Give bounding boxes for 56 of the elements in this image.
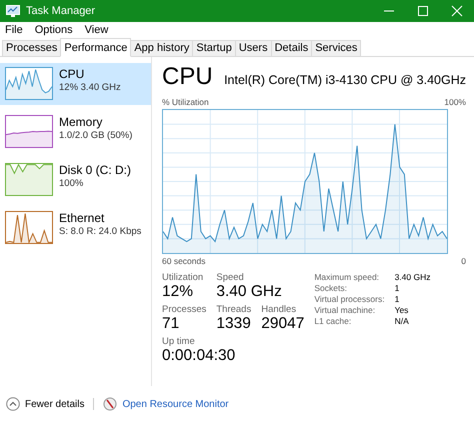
stat-value: 12% xyxy=(162,283,194,301)
stat-value: 29047 xyxy=(261,315,304,333)
stat-value: 1339 xyxy=(216,315,252,333)
axis-label: 0 xyxy=(461,256,466,266)
item-name: Disk 0 (C: D:) xyxy=(59,163,131,178)
item-name: Memory xyxy=(59,115,104,130)
gauge-icon xyxy=(103,397,118,411)
tab[interactable]: Processes xyxy=(2,40,62,56)
detail-label: Sockets: xyxy=(314,283,348,293)
item-detail: 12% 3.40 GHz xyxy=(59,82,121,93)
stat-value: 3.40 GHz xyxy=(216,283,283,301)
tab[interactable]: Users xyxy=(234,40,272,56)
detail-value: Yes xyxy=(394,305,410,315)
sidebar-item[interactable]: Ethernet S: 8.0 R: 24.0 Kbps xyxy=(0,207,151,249)
tab[interactable]: Startup xyxy=(192,40,236,56)
detail-value: 3.40 GHz xyxy=(394,272,430,282)
sidebar-item[interactable]: Memory 1.0/2.0 GB (50%) xyxy=(0,111,151,153)
stat-value: 0:00:04:30 xyxy=(162,347,236,365)
resource-monitor-link[interactable]: Open Resource Monitor xyxy=(103,397,229,411)
stat-label: Threads xyxy=(216,304,252,315)
item-name: Ethernet xyxy=(59,211,106,226)
detail-value: N/A xyxy=(394,316,410,326)
stat-label: Handles xyxy=(261,304,298,315)
item-detail: S: 8.0 R: 24.0 Kbps xyxy=(59,226,142,237)
window-title: Task Manager xyxy=(26,5,96,17)
item-name: CPU xyxy=(59,67,86,82)
tab[interactable]: Services xyxy=(311,40,362,56)
stat-label: Utilization xyxy=(162,272,204,283)
collapse-icon xyxy=(6,397,20,411)
detail-label: Virtual processors: xyxy=(314,294,385,304)
sidebar-item[interactable]: CPU 12% 3.40 GHz xyxy=(0,63,151,105)
sidebar-item[interactable]: Disk 0 (C: D:) 100% xyxy=(0,159,151,201)
stat-label: Processes xyxy=(162,304,206,315)
processor-name: Intel(R) Core(TM) i3-4130 CPU @ 3.40GHz xyxy=(224,73,466,87)
detail-label: L1 cache: xyxy=(314,316,352,326)
tab[interactable]: App history xyxy=(130,40,194,56)
tab[interactable]: Performance xyxy=(60,38,132,57)
app-icon xyxy=(6,5,20,17)
detail-label: Virtual machine: xyxy=(314,305,376,315)
axis-label: % Utilization xyxy=(162,97,209,107)
stat-label: Up time xyxy=(162,336,196,347)
detail-label: Maximum speed: xyxy=(314,272,380,282)
axis-label: 60 seconds xyxy=(162,256,206,266)
panel-title: CPU xyxy=(162,63,213,91)
stat-label: Speed xyxy=(216,272,245,283)
detail-value: 1 xyxy=(394,283,400,293)
fewer-details-button[interactable]: Fewer details xyxy=(6,397,84,411)
stat-value: 71 xyxy=(162,315,180,333)
detail-value: 1 xyxy=(394,294,400,304)
menu-item[interactable]: File xyxy=(5,24,23,36)
menu-item[interactable]: View xyxy=(84,24,108,36)
menu-item[interactable]: Options xyxy=(34,24,73,36)
axis-label: 100% xyxy=(444,97,466,107)
item-detail: 1.0/2.0 GB (50%) xyxy=(59,130,132,141)
tab[interactable]: Details xyxy=(270,40,312,56)
item-detail: 100% xyxy=(59,178,84,189)
